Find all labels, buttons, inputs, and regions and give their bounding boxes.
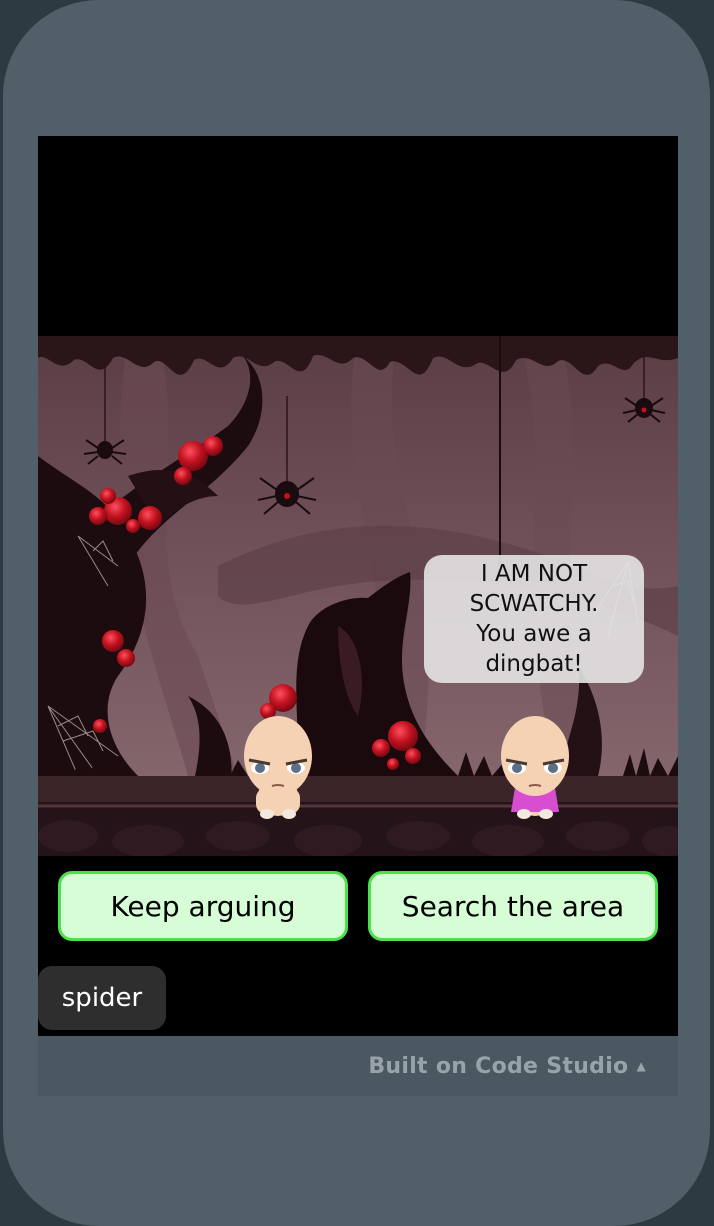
footer-label[interactable]: Built on Code Studio [368, 1054, 628, 1079]
speech-bubble: I AM NOT SCWATCHY. You awe a dingbat! [424, 555, 644, 683]
device-frame: I AM NOT SCWATCHY. You awe a dingbat! Ke… [3, 0, 710, 1226]
inventory-tag: spider [38, 966, 166, 1030]
character-right [501, 716, 569, 819]
speech-text: I AM NOT SCWATCHY. You awe a dingbat! [469, 561, 599, 677]
character-left [244, 716, 312, 819]
game-screen: I AM NOT SCWATCHY. You awe a dingbat! Ke… [38, 136, 678, 1096]
forest-scene: I AM NOT SCWATCHY. You awe a dingbat! [38, 336, 678, 856]
caret-up-icon[interactable]: ▲ [636, 1059, 646, 1073]
code-studio-footer[interactable]: Built on Code Studio ▲ [38, 1036, 678, 1096]
keep-arguing-button[interactable]: Keep arguing [58, 871, 348, 941]
search-area-button[interactable]: Search the area [368, 871, 658, 941]
